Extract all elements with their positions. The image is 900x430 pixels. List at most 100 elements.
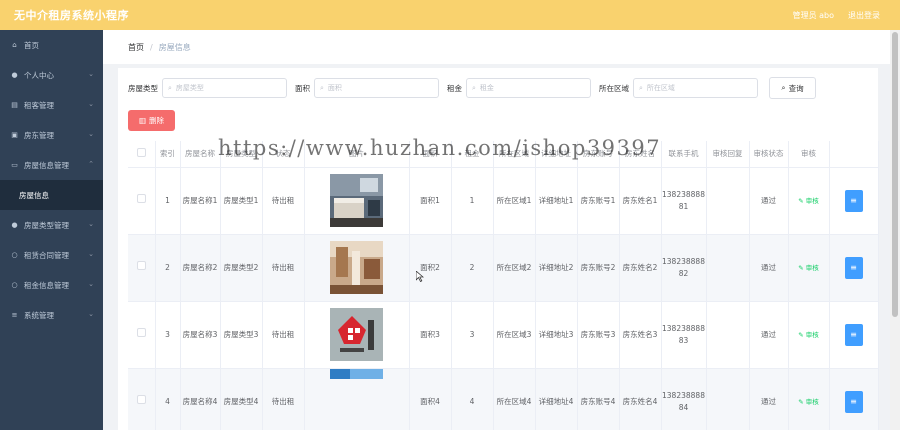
sidebar-item-house-info[interactable]: 房屋信息 bbox=[0, 180, 103, 210]
detail-button[interactable]: ≡ bbox=[844, 390, 863, 413]
card-icon: ▣ bbox=[11, 131, 18, 139]
row-checkbox[interactable] bbox=[136, 261, 146, 270]
house-type-input[interactable]: ⌕ 房屋类型 bbox=[162, 78, 287, 98]
info-icon: ○ bbox=[11, 281, 18, 289]
cell-account: 房东账号2 bbox=[577, 234, 620, 302]
cell-owner: 房东姓名4 bbox=[619, 368, 662, 430]
audit-link[interactable]: ✎ 审核 bbox=[798, 398, 819, 406]
scrollbar-thumb[interactable] bbox=[892, 32, 898, 317]
row-checkbox[interactable] bbox=[136, 395, 146, 404]
cell-region: 所在区域1 bbox=[493, 167, 536, 235]
chevron-up-icon: ⌃ bbox=[88, 160, 94, 168]
query-button[interactable]: ⌕ 查询 bbox=[769, 77, 816, 99]
house-photo[interactable] bbox=[330, 368, 383, 379]
detail-button[interactable]: ≡ bbox=[844, 189, 863, 212]
page-scrollbar[interactable] bbox=[890, 30, 900, 430]
detail-button[interactable]: ≡ bbox=[844, 256, 863, 279]
cell-audit-status: 通过 bbox=[749, 234, 789, 302]
cell-rent: 2 bbox=[451, 234, 494, 302]
house-photo[interactable] bbox=[330, 174, 383, 227]
row-checkbox[interactable] bbox=[136, 194, 146, 203]
sidebar-item-personal-center[interactable]: ● 个人中心 ⌄ bbox=[0, 60, 103, 90]
cell-type: 房屋类型3 bbox=[220, 301, 263, 369]
app-title: 无中介租房系统小程序 bbox=[14, 9, 129, 22]
chevron-down-icon: ⌄ bbox=[88, 250, 94, 258]
cell-reply bbox=[706, 301, 750, 369]
sidebar-item-label: 首页 bbox=[24, 40, 39, 50]
table-row: 4 房屋名称4 房屋类型4 待出租 面积4 4 所在区域4 详细地址4 房东账号… bbox=[128, 368, 879, 430]
edit-icon: ✎ bbox=[798, 330, 804, 339]
main-content: 首页 / 房屋信息 房屋类型 ⌕ 房屋类型 面积 ⌕ 面积 租金 ⌕ 租金 所在区域 … bbox=[103, 30, 890, 430]
search-icon: ⌕ bbox=[168, 83, 172, 92]
cell-status: 待出租 bbox=[262, 167, 305, 235]
cell-rent: 4 bbox=[451, 368, 494, 430]
info-icon: ○ bbox=[11, 251, 18, 259]
sidebar-item-house-info-manage[interactable]: ▭ 房屋信息管理 ⌃ bbox=[0, 150, 103, 180]
edit-icon: ✎ bbox=[798, 196, 804, 205]
sidebar-item-tenant[interactable]: ▤ 租客管理 ⌄ bbox=[0, 90, 103, 120]
cell-audit: ✎ 审核 bbox=[788, 368, 830, 430]
sidebar-item-landlord[interactable]: ▣ 房东管理 ⌄ bbox=[0, 120, 103, 150]
cell-phone: 13823888881 bbox=[661, 167, 707, 235]
sidebar-item-label: 租金信息管理 bbox=[24, 280, 69, 290]
region-input[interactable]: ⌕ 所在区域 bbox=[633, 78, 758, 98]
cell-region: 所在区域2 bbox=[493, 234, 536, 302]
column-header: 联系手机 bbox=[661, 141, 707, 168]
column-header-actions bbox=[829, 141, 879, 168]
cell-account: 房东账号3 bbox=[577, 301, 620, 369]
edit-icon: ✎ bbox=[798, 263, 804, 272]
cell-owner: 房东姓名2 bbox=[619, 234, 662, 302]
audit-link[interactable]: ✎ 审核 bbox=[798, 331, 819, 339]
chevron-down-icon: ⌄ bbox=[88, 130, 94, 138]
cell-image bbox=[304, 368, 410, 430]
cell-area: 面积1 bbox=[409, 167, 452, 235]
top-bar: 无中介租房系统小程序 管理员 abo 退出登录 bbox=[0, 0, 900, 30]
sidebar-item-contract[interactable]: ○ 租赁合同管理 ⌄ bbox=[0, 240, 103, 270]
user-icon: ● bbox=[11, 71, 18, 79]
cell-area: 面积2 bbox=[409, 234, 452, 302]
cell-region: 所在区域3 bbox=[493, 301, 536, 369]
cell-account: 房东账号4 bbox=[577, 368, 620, 430]
search-bar: 房屋类型 ⌕ 房屋类型 面积 ⌕ 面积 租金 ⌕ 租金 所在区域 ⌕ 所在区域 ⌕ 查询 bbox=[128, 77, 816, 99]
rent-input[interactable]: ⌕ 租金 bbox=[466, 78, 591, 98]
chevron-down-icon: ⌄ bbox=[88, 220, 94, 228]
breadcrumb-home[interactable]: 首页 bbox=[128, 42, 144, 53]
cell-type: 房屋类型2 bbox=[220, 234, 263, 302]
detail-button[interactable]: ≡ bbox=[844, 323, 863, 346]
select-all-cell[interactable] bbox=[128, 141, 156, 168]
sidebar-item-home[interactable]: ⌂ 首页 bbox=[0, 30, 103, 60]
house-photo[interactable] bbox=[330, 241, 383, 294]
sidebar: ⌂ 首页 ● 个人中心 ⌄ ▤ 租客管理 ⌄ ▣ 房东管理 ⌄ ▭ 房屋信息管理… bbox=[0, 30, 103, 430]
user-icon: ● bbox=[11, 221, 18, 229]
sidebar-item-rent-info[interactable]: ○ 租金信息管理 ⌄ bbox=[0, 270, 103, 300]
house-table: 索引 房屋名称 房屋类型 状态 图片 面积 租金 所在区域 详细地址 房东账号 … bbox=[128, 141, 879, 430]
sidebar-item-label: 房东管理 bbox=[24, 130, 54, 140]
menu-icon: ≡ bbox=[11, 311, 18, 319]
logout-link[interactable]: 退出登录 bbox=[848, 10, 880, 21]
breadcrumb: 首页 / 房屋信息 bbox=[103, 30, 890, 64]
cell-actions: ≡ bbox=[829, 368, 879, 430]
cell-name: 房屋名称3 bbox=[180, 301, 221, 369]
house-photo[interactable] bbox=[330, 308, 383, 361]
sidebar-item-label: 系统管理 bbox=[24, 310, 54, 320]
column-header: 索引 bbox=[155, 141, 181, 168]
cell-actions: ≡ bbox=[829, 167, 879, 235]
audit-link[interactable]: ✎ 审核 bbox=[798, 264, 819, 272]
sidebar-item-label: 个人中心 bbox=[24, 70, 54, 80]
delete-button[interactable]: ▥ 删除 bbox=[128, 110, 175, 131]
cell-address: 详细地址1 bbox=[535, 167, 578, 235]
chevron-down-icon: ⌄ bbox=[88, 310, 94, 318]
cell-reply bbox=[706, 234, 750, 302]
search-icon: ⌕ bbox=[472, 83, 476, 92]
sidebar-item-house-type[interactable]: ● 房屋类型管理 ⌄ bbox=[0, 210, 103, 240]
sidebar-item-system[interactable]: ≡ 系统管理 ⌄ bbox=[0, 300, 103, 330]
cell-image bbox=[304, 234, 410, 302]
area-input[interactable]: ⌕ 面积 bbox=[314, 78, 439, 98]
row-checkbox[interactable] bbox=[136, 328, 146, 337]
audit-link[interactable]: ✎ 审核 bbox=[798, 197, 819, 205]
message-icon: ▭ bbox=[11, 161, 18, 169]
select-all-checkbox[interactable] bbox=[136, 148, 146, 158]
cell-address: 详细地址4 bbox=[535, 368, 578, 430]
cell-audit-status: 通过 bbox=[749, 301, 789, 369]
home-icon: ⌂ bbox=[12, 41, 17, 49]
